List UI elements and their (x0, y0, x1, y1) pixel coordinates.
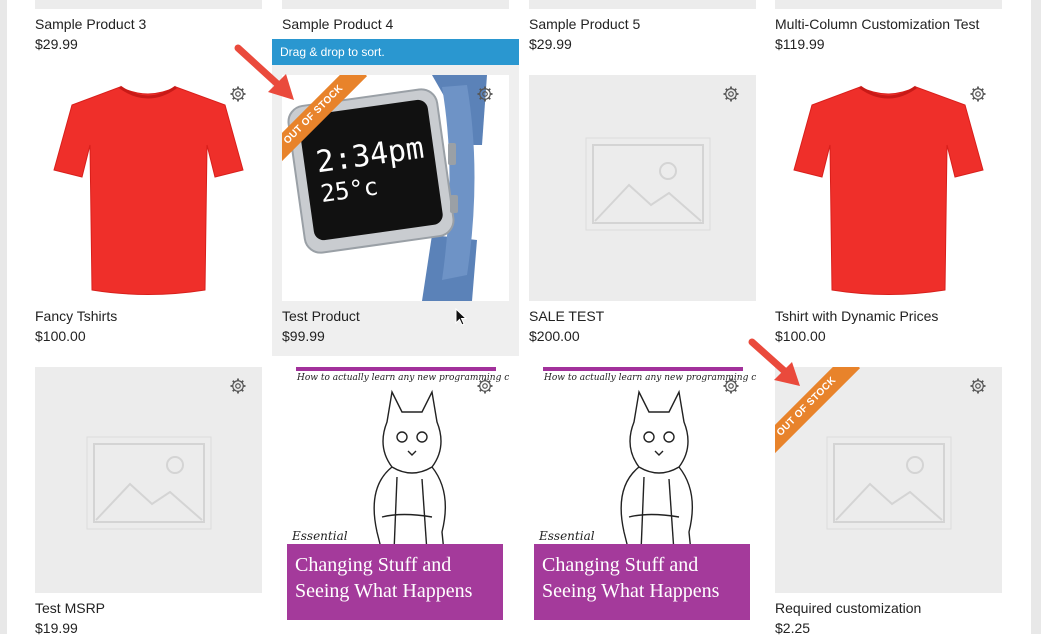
cover-essential: Essential (292, 529, 348, 543)
red-arrow-icon (748, 338, 800, 386)
product-name[interactable]: Sample Product 5 (529, 16, 640, 32)
cover-title-line2: Seeing What Happens (295, 580, 473, 602)
product-name[interactable]: Test Product (282, 308, 360, 324)
gear-icon[interactable] (969, 377, 987, 395)
cover-title-band: Changing Stuff and Seeing What Happens (287, 544, 503, 620)
product-image[interactable]: 2:34pm 25°c OUT OF STOCK (282, 75, 509, 301)
gear-icon[interactable] (476, 377, 494, 395)
image-strip (529, 0, 756, 9)
product-name[interactable]: Multi-Column Customization Test (775, 16, 979, 32)
product-image[interactable] (35, 75, 262, 301)
image-strip (35, 0, 262, 9)
red-tshirt-image (793, 85, 984, 295)
product-image[interactable] (35, 367, 262, 593)
product-name[interactable]: Sample Product 4 (282, 16, 393, 32)
cover-title-line1: Changing Stuff and (295, 554, 452, 576)
image-placeholder-icon (585, 137, 711, 231)
product-image[interactable] (775, 75, 1002, 301)
product-name[interactable]: Sample Product 3 (35, 16, 146, 32)
red-arrow-icon (234, 44, 294, 100)
product-price: $119.99 (775, 36, 825, 52)
product-name[interactable]: SALE TEST (529, 308, 604, 324)
product-image[interactable]: OUT OF STOCK (775, 367, 1002, 593)
sort-hint-banner: Drag & drop to sort. (272, 39, 519, 65)
gear-icon[interactable] (969, 85, 987, 103)
image-placeholder-icon (86, 436, 212, 530)
product-name[interactable]: Required customization (775, 600, 921, 616)
product-image[interactable]: How to actually learn any new programmin… (529, 367, 756, 634)
gear-icon[interactable] (229, 377, 247, 395)
product-price: $29.99 (529, 36, 572, 52)
image-strip (775, 0, 1002, 9)
product-image[interactable] (529, 75, 756, 301)
red-tshirt-image (53, 85, 244, 295)
product-name[interactable]: Tshirt with Dynamic Prices (775, 308, 938, 324)
product-price: $100.00 (35, 328, 86, 344)
cover-title-band: Changing Stuff and Seeing What Happens (534, 544, 750, 620)
product-price: $29.99 (35, 36, 78, 52)
product-name[interactable]: Test MSRP (35, 600, 105, 616)
gear-icon[interactable] (476, 85, 494, 103)
cover-title-line2: Seeing What Happens (542, 580, 720, 602)
cover-title-line1: Changing Stuff and (542, 554, 699, 576)
mouse-cursor-icon (455, 308, 468, 326)
product-price: $99.99 (282, 328, 325, 344)
frame-left (0, 0, 7, 634)
image-strip (282, 0, 509, 9)
gear-icon[interactable] (722, 85, 740, 103)
cover-essential: Essential (539, 529, 595, 543)
gear-icon[interactable] (722, 377, 740, 395)
product-image[interactable]: How to actually learn any new programmin… (282, 367, 509, 634)
product-price: $200.00 (529, 328, 580, 344)
frame-right (1031, 0, 1041, 634)
product-name[interactable]: Fancy Tshirts (35, 308, 117, 324)
